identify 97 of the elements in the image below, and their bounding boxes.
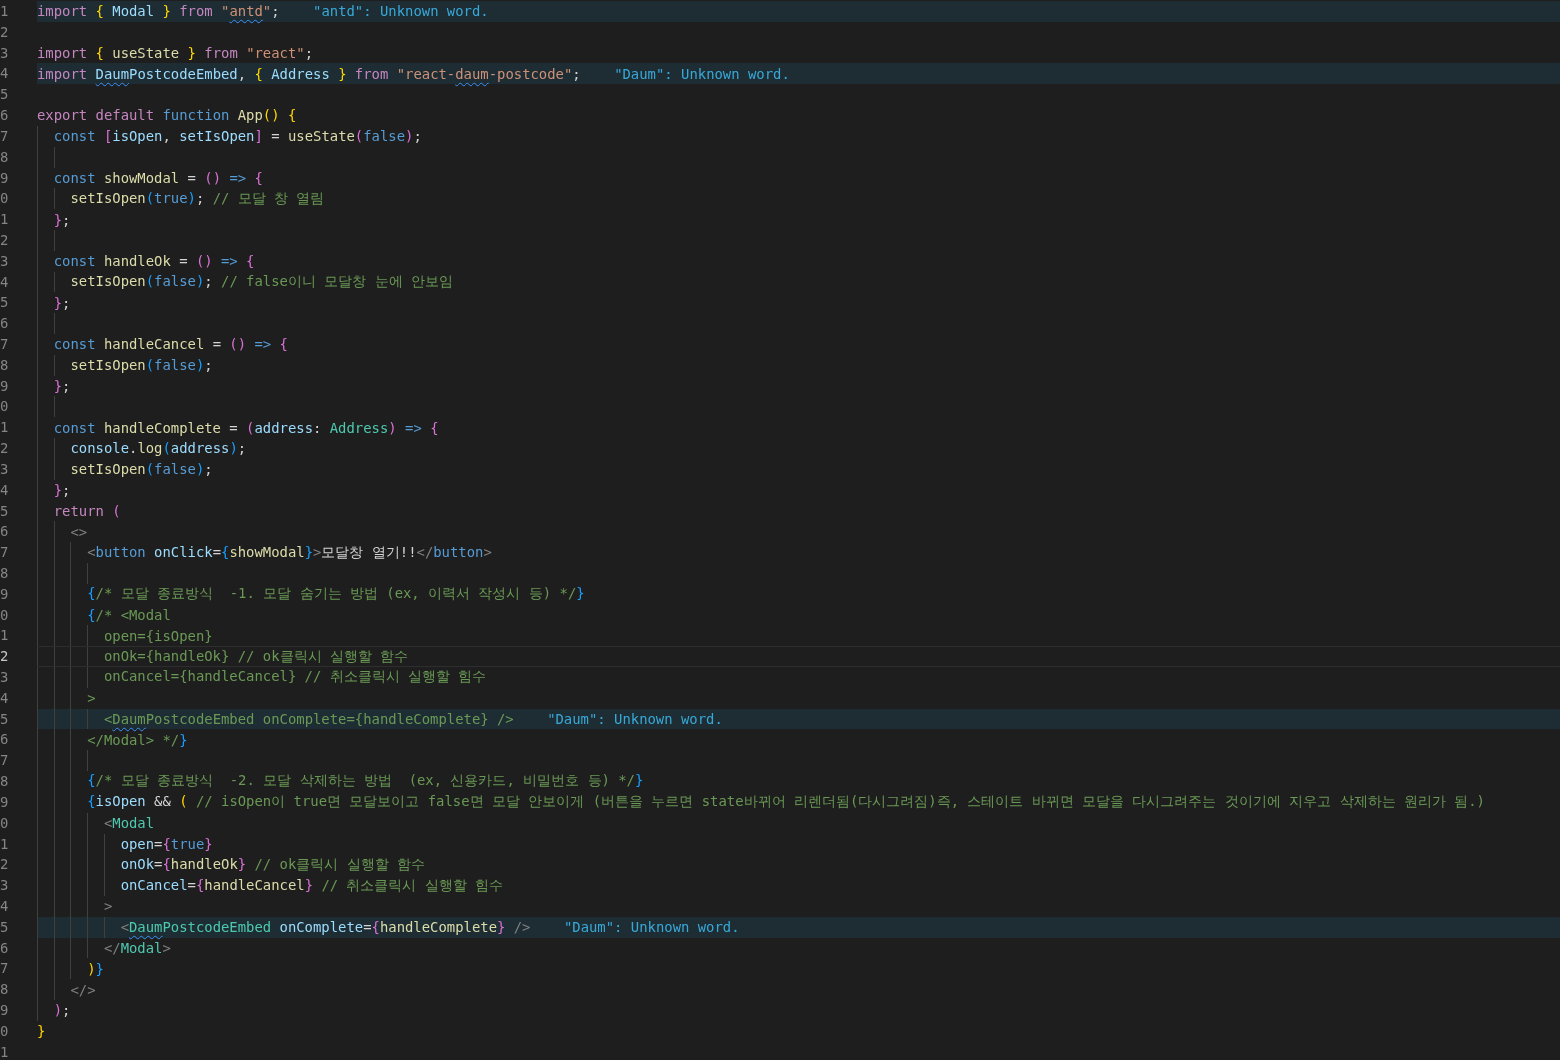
code-line: setIsOpen(false); — [69, 461, 213, 478]
code-line: )} — [86, 960, 104, 977]
line-number: 3 — [0, 668, 8, 687]
line-number: 5 — [0, 709, 8, 729]
code-line: <button onClick={showModal}>모달창 열기!!</button> — [86, 543, 492, 562]
line-number: 2 — [0, 647, 8, 667]
code-line: }; — [52, 482, 71, 499]
line-number: 1 — [0, 210, 8, 230]
line-number: 3 — [0, 459, 8, 479]
line-number: 5 — [0, 501, 8, 521]
code-line: setIsOpen(true); // 모달 창 열림 — [69, 189, 325, 208]
code-line: import { Modal } from "antd"; — [37, 3, 280, 20]
code-line: }; — [52, 378, 71, 395]
code-line: {/* 모달 종료방식 -1. 모달 숨기는 방법 (ex, 이력서 작성시 등) */} — [86, 585, 585, 604]
line-number: 7 — [0, 335, 8, 354]
code-line: const handleComplete = (address: Address) => { — [52, 419, 439, 436]
line-number: 2 — [0, 22, 8, 42]
code-line: setIsOpen(false); // false이니 모달창 눈에 안보임 — [69, 272, 454, 291]
code-line: > — [86, 690, 96, 707]
line-number: 9 — [0, 792, 8, 812]
code-line: <DaumPostcodeEmbed onComplete={handleComplete} /> — [102, 711, 514, 728]
line-number: 8 — [0, 980, 8, 1000]
code-line: open={isOpen} — [102, 627, 213, 644]
line-number: 8 — [0, 772, 8, 792]
line-number: 9 — [0, 1001, 8, 1020]
line-number: 1 — [0, 1042, 8, 1060]
line-number: 8 — [0, 563, 8, 583]
code-line: <> — [69, 523, 88, 540]
code-line: setIsOpen(false); — [69, 357, 213, 374]
line-number: 1 — [0, 418, 8, 438]
line-number: 2 — [0, 855, 8, 875]
line-number: 0 — [0, 397, 8, 417]
code-line: </Modal> — [102, 939, 171, 956]
code-line: }; — [52, 211, 71, 228]
line-number: 7 — [0, 126, 8, 146]
code-line: {isOpen && ( // isOpen이 true면 모달보이고 false면 모달 안보이게 (버튼을 누르면 state바뀌어 리렌더됨(다시그려짐)즉, 스테이트 바뀌면 모달을 다시그려주는 것이기에 지우고 삭제하는 원리가 됨.) — [86, 793, 1485, 812]
line-number: 6 — [0, 938, 8, 958]
code-line: export default function App() { — [37, 107, 297, 124]
line-number: 5 — [0, 293, 8, 313]
code-line: <Modal — [102, 815, 155, 832]
code-line: const [isOpen, setIsOpen] = useState(false); — [52, 128, 422, 145]
line-number: 6 — [0, 522, 8, 542]
code-line: ); — [52, 1002, 71, 1019]
code-line: onCancel={handleCancel} // 취소클릭시 실행할 힘수 — [119, 876, 504, 895]
code-line: console.log(address); — [69, 440, 247, 457]
line-number: 3 — [0, 43, 8, 63]
code-line: </> — [69, 981, 96, 998]
line-number: 8 — [0, 355, 8, 375]
code-line: open={true} — [119, 835, 213, 852]
code-line: {/* <Modal — [86, 606, 171, 623]
code-line: onOk={handleOk} // ok클릭시 실행할 함수 — [119, 855, 426, 874]
line-number: 5 — [0, 85, 8, 105]
line-number: 3 — [0, 876, 8, 896]
diagnostic-message: "Daum": Unknown word. — [547, 711, 723, 728]
line-number: 4 — [0, 272, 8, 292]
code-line: onCancel={handleCancel} // 취소클릭시 실행할 힘수 — [102, 668, 487, 687]
line-number: 7 — [0, 543, 8, 563]
diagnostic-message: "Daum": Unknown word. — [563, 919, 740, 936]
line-number: 4 — [0, 64, 8, 84]
line-number: 1 — [0, 834, 8, 854]
code-line: {/* 모달 종료방식 -2. 모달 삭제하는 방법 (ex, 신용카드, 비밀번호 등) */} — [86, 772, 644, 791]
diagnostic-message: "Daum": Unknown word. — [614, 65, 790, 82]
code-line: }; — [52, 294, 71, 311]
code-line: import { useState } from "react"; — [37, 45, 314, 62]
line-number: 7 — [0, 751, 8, 771]
line-number: 9 — [0, 584, 8, 604]
line-number: 1 — [0, 626, 8, 646]
code-line: const handleCancel = () => { — [52, 336, 288, 353]
line-number: 0 — [0, 813, 8, 833]
line-number: 6 — [0, 314, 8, 334]
code-line: return ( — [52, 502, 121, 519]
line-number: 6 — [0, 106, 8, 126]
diagnostic-message: "antd": Unknown word. — [313, 3, 489, 20]
line-number: 4 — [0, 688, 8, 708]
line-number: 2 — [0, 439, 8, 459]
code-line: onOk={handleOk} // ok클릭시 실행할 함수 — [102, 647, 409, 666]
line-number: 1 — [0, 2, 8, 21]
line-number: 2 — [0, 230, 8, 250]
line-number: 7 — [0, 959, 8, 979]
line-number: 9 — [0, 168, 8, 188]
line-number: 4 — [0, 480, 8, 500]
code-line: > — [102, 898, 113, 915]
line-number: 4 — [0, 896, 8, 916]
line-number: 3 — [0, 251, 8, 271]
code-line: import DaumPostcodeEmbed, { Address } from "react-daum-postcode"; — [37, 65, 581, 82]
code-line: <DaumPostcodeEmbed onComplete={handleComplete} /> — [119, 919, 531, 936]
line-number: 6 — [0, 730, 8, 750]
code-line: </Modal> */} — [86, 731, 188, 748]
line-number: 0 — [0, 605, 8, 625]
line-number: 0 — [0, 1021, 8, 1041]
code-line: const showModal = () => { — [52, 169, 263, 186]
code-line: } — [37, 1023, 46, 1040]
line-number: 0 — [0, 189, 8, 209]
line-number: 5 — [0, 917, 8, 937]
line-number: 8 — [0, 147, 8, 167]
code-line: const handleOk = () => { — [52, 253, 255, 270]
line-number: 9 — [0, 376, 8, 396]
